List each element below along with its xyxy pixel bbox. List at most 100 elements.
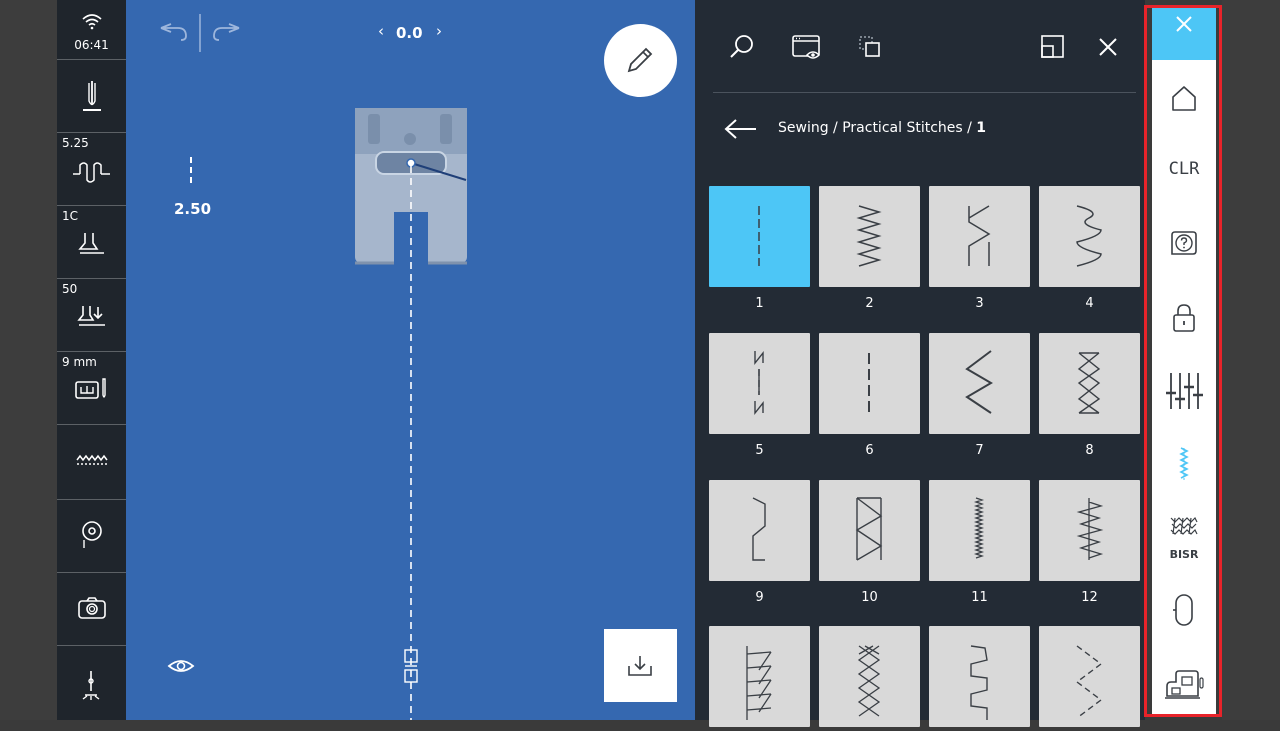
stitch-tile-16[interactable] <box>1039 626 1140 727</box>
stitch-number-2: 2 <box>865 296 874 311</box>
machine-tutorial-button[interactable] <box>1152 654 1216 714</box>
stitch-tile-12[interactable] <box>1039 480 1140 581</box>
stitch-tile-3[interactable] <box>929 186 1030 287</box>
home-icon <box>1172 86 1196 111</box>
home-button[interactable] <box>1152 68 1216 128</box>
stitch-tile-11[interactable] <box>929 480 1030 581</box>
undo-icon[interactable] <box>160 23 187 41</box>
wifi-time-item[interactable]: 06:41 <box>57 0 126 60</box>
dashed-zigzag-stitch-icon <box>1075 645 1103 719</box>
stitch-tile-2[interactable] <box>819 186 920 287</box>
help-button[interactable] <box>1152 214 1216 274</box>
foot-pressure-icon <box>76 306 105 326</box>
bobbin-icon <box>81 521 102 548</box>
stitch-selection-panel: Sewing / Practical Stitches / 1 1 2 3 4 … <box>695 0 1145 727</box>
stitch-number-5: 5 <box>755 443 764 458</box>
stitch-tile-5[interactable] <box>709 333 810 434</box>
needle-icon <box>82 81 101 111</box>
duplicate-icon[interactable] <box>858 35 882 59</box>
triple-zigzag-stitch-icon <box>965 350 993 414</box>
settings-button[interactable] <box>1152 361 1216 421</box>
lock-icon <box>1173 304 1195 332</box>
lock-screen-button[interactable] <box>1152 288 1216 348</box>
stitch-menu-button[interactable] <box>1152 434 1216 494</box>
close-panel-icon[interactable] <box>1097 36 1119 58</box>
stitch-tile-14[interactable] <box>819 626 920 727</box>
stitch-width-icon <box>72 162 110 183</box>
needle-item[interactable] <box>57 59 126 133</box>
stitch-tile-4[interactable] <box>1039 186 1140 287</box>
needle-plate-item[interactable]: 9 mm <box>57 351 126 425</box>
camera-item[interactable] <box>57 572 126 646</box>
save-button[interactable] <box>604 629 677 702</box>
feed-dog-icon <box>75 454 108 465</box>
search-icon[interactable] <box>729 34 755 60</box>
blind-stitch-icon <box>752 497 766 561</box>
maximize-icon[interactable] <box>1040 34 1066 60</box>
zoom-increase-icon[interactable]: › <box>436 22 442 40</box>
stitch-number-1: 1 <box>755 296 764 311</box>
main-menu: CLR BISR <box>1152 8 1216 714</box>
stitch-number-12: 12 <box>1081 590 1098 605</box>
double-overlock-stitch-icon <box>855 497 883 561</box>
honeycomb-stitch-icon <box>1077 352 1101 414</box>
straight-stitch-icon <box>758 206 760 266</box>
stitch-tile-1[interactable] <box>709 186 810 287</box>
stitch-tile-8[interactable] <box>1039 333 1140 434</box>
stitch-tile-6[interactable] <box>819 333 920 434</box>
wifi-icon <box>81 14 102 30</box>
device-bezel-left <box>0 0 57 720</box>
stitch-tile-7[interactable] <box>929 333 1030 434</box>
bobbin-capsule-icon <box>1173 594 1193 626</box>
back-arrow-icon[interactable] <box>724 118 758 140</box>
running-stitch-icon <box>1076 205 1102 267</box>
breadcrumb-page: 1 <box>976 120 987 136</box>
stitch-number-9: 9 <box>755 590 764 605</box>
close-menu-button[interactable] <box>1152 8 1216 60</box>
status-bar: 06:41 5.25 1C 50 9 mm <box>57 0 126 720</box>
download-icon <box>628 656 652 676</box>
redo-icon[interactable] <box>213 23 240 41</box>
bobbin-winding-button[interactable] <box>1152 580 1216 640</box>
breadcrumb: Sewing / Practical Stitches / 1 <box>778 120 986 136</box>
needle-plate-icon <box>74 378 106 399</box>
pencil-icon <box>627 47 653 73</box>
stitch-tile-13[interactable] <box>709 626 810 727</box>
zoom-value: 0.0 <box>396 24 423 42</box>
eye-icon[interactable] <box>167 660 195 672</box>
presser-foot-icon <box>77 233 104 254</box>
panel-divider <box>713 92 1136 93</box>
stitch-width-item[interactable]: 5.25 <box>57 132 126 206</box>
needle-plate-value: 9 mm <box>62 355 97 369</box>
feed-dog-item[interactable] <box>57 424 126 500</box>
close-icon <box>1176 16 1192 32</box>
stretch-overlock-stitch-icon <box>746 646 772 720</box>
bisr-button[interactable]: BISR <box>1152 506 1216 566</box>
gathering-stitch-icon <box>1076 498 1104 560</box>
stitch-selection-icon <box>1179 447 1189 480</box>
zoom-decrease-icon[interactable]: ‹ <box>378 22 384 40</box>
foot-pressure-item[interactable]: 50 <box>57 278 126 352</box>
serpentine-stitch-icon <box>970 645 988 720</box>
stitch-number-4: 4 <box>1085 296 1094 311</box>
stitch-tile-9[interactable] <box>709 480 810 581</box>
stitch-canvas[interactable]: ‹ 0.0 › 2.50 <box>126 0 695 720</box>
needle-position-marker[interactable] <box>404 649 418 683</box>
cross-stitch-pattern-icon <box>857 645 881 717</box>
vari-overlock-stitch-icon <box>968 205 991 266</box>
clear-button[interactable]: CLR <box>1152 140 1216 200</box>
bobbin-item[interactable] <box>57 499 126 573</box>
help-icon <box>1171 231 1197 255</box>
preview-window-icon[interactable] <box>791 34 823 62</box>
presser-foot-item[interactable]: 1C <box>57 205 126 279</box>
edit-button[interactable] <box>604 24 677 97</box>
stitch-number-11: 11 <box>971 590 988 605</box>
stitch-number-10: 10 <box>861 590 878 605</box>
device-bezel-right <box>1222 0 1280 720</box>
stitch-tile-15[interactable] <box>929 626 1030 727</box>
securing-stitch-icon <box>754 351 764 415</box>
breadcrumb-path: Sewing / Practical Stitches / <box>778 120 977 136</box>
stitch-number-8: 8 <box>1085 443 1094 458</box>
stitch-tile-10[interactable] <box>819 480 920 581</box>
needle-position-item[interactable] <box>57 645 126 720</box>
